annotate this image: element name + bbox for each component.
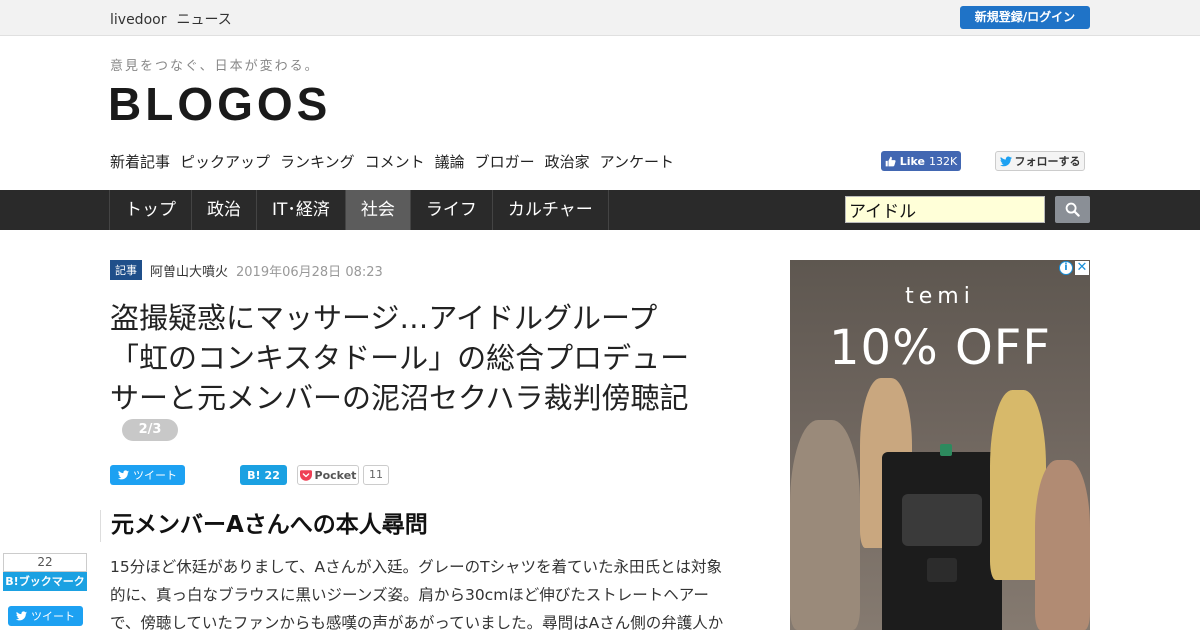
body-line: 的に、真っ白なブラウスに黒いジーンズ姿。肩から30cmほど伸びたストレートヘアー — [110, 586, 709, 604]
ad-green-light — [940, 444, 952, 456]
tweet-label: ツイート — [133, 469, 177, 482]
tweet-button[interactable]: ツイート — [110, 465, 185, 485]
fb-like-label: Like — [899, 154, 926, 168]
twitter-follow-button[interactable]: フォローする — [995, 151, 1085, 171]
tab-life[interactable]: ライフ — [409, 190, 493, 230]
subnav-item-ranking[interactable]: ランキング — [280, 151, 355, 172]
subnav-item-comment[interactable]: コメント — [365, 151, 425, 172]
side-hatena-bookmark-button[interactable]: B!ブックマーク — [3, 572, 87, 591]
ad-offer: 10% OFF — [829, 320, 1051, 376]
livedoor-brand[interactable]: livedoor ニュース — [110, 9, 242, 29]
tab-politics[interactable]: 政治 — [191, 190, 257, 230]
ad-brand: temi — [905, 284, 975, 309]
search-button[interactable] — [1055, 196, 1090, 223]
article-date: 2019年06月28日 08:23 — [236, 264, 383, 280]
ad-info-icon[interactable]: i — [1059, 261, 1073, 275]
hatena-b-icon: B! — [247, 468, 261, 482]
advertisement[interactable]: temi 10% OFF i ✕ — [790, 260, 1090, 630]
sub-navigation: 新着記事 ピックアップ ランキング コメント 議論 ブロガー 政治家 アンケート — [110, 151, 674, 172]
ad-close-icon[interactable]: ✕ — [1075, 261, 1089, 275]
article-author[interactable]: 阿曽山大噴火 — [150, 261, 228, 280]
hatena-bookmark-button[interactable]: B! 22 — [240, 465, 287, 485]
body-line: で、傍聴していたファンからも感嘆の声があがっていました。尋問はAさん側の弁護人か — [110, 614, 724, 632]
title-line: サーと元メンバーの泥沼セクハラ裁判傍聴記 — [110, 381, 689, 415]
tab-culture[interactable]: カルチャー — [491, 190, 609, 230]
side-hatena-count: 22 — [3, 553, 87, 572]
twitter-bird-icon — [999, 156, 1012, 166]
tab-top[interactable]: トップ — [109, 190, 192, 230]
top-bar: livedoor ニュース 新規登録/ログイン — [0, 0, 1200, 36]
pocket-count: 11 — [363, 465, 389, 485]
login-button[interactable]: 新規登録/ログイン — [960, 6, 1090, 29]
robot-neck — [927, 558, 957, 582]
subnav-item-survey[interactable]: アンケート — [600, 151, 674, 172]
subnav-item-pickup[interactable]: ピックアップ — [180, 151, 270, 172]
site-tagline: 意見をつなぐ、日本が変わる。 — [110, 59, 320, 74]
fb-like-count: 132K — [929, 154, 958, 168]
tab-it-economy[interactable]: IT･経済 — [256, 190, 346, 230]
search-icon — [1065, 202, 1080, 217]
subnav-item-debate[interactable]: 議論 — [435, 151, 465, 172]
body-line: 15分ほど休廷がありまして、Aさんが入廷。グレーのTシャツを着ていた永田氏とは対… — [110, 558, 723, 576]
pocket-button[interactable]: Pocket — [297, 465, 359, 485]
article-type-badge: 記事 — [110, 260, 142, 280]
page-indicator: 2/3 — [122, 419, 178, 441]
title-line: 盗撮疑惑にマッサージ…アイドルグループ — [110, 301, 658, 335]
article-title: 盗撮疑惑にマッサージ…アイドルグループ 「虹のコンキスタドール」の総合プロデュー… — [110, 298, 750, 418]
section-heading: 元メンバーAさんへの本人尋問 — [100, 510, 428, 542]
ad-person — [1035, 460, 1090, 630]
article-meta: 記事 阿曽山大噴火 2019年06月28日 08:23 — [110, 260, 383, 280]
twitter-follow-label: フォローする — [1014, 155, 1081, 168]
facebook-like-button[interactable]: Like 132K — [881, 151, 961, 171]
ad-person — [790, 420, 860, 630]
twitter-bird-icon — [118, 470, 129, 480]
subnav-item-politician[interactable]: 政治家 — [545, 151, 590, 172]
title-line: 「虹のコンキスタドール」の総合プロデュー — [110, 341, 690, 375]
side-tweet-label: ツイート — [31, 610, 75, 623]
thumbs-up-icon — [885, 156, 896, 166]
brand-sub[interactable]: ニュース — [176, 12, 231, 28]
subnav-item-blogger[interactable]: ブロガー — [475, 151, 535, 172]
search-input[interactable] — [845, 196, 1045, 223]
robot-screen — [902, 494, 982, 546]
pocket-label: Pocket — [314, 468, 357, 482]
side-tweet-button[interactable]: ツイート — [8, 606, 83, 626]
brand-main[interactable]: livedoor — [110, 12, 166, 28]
tab-society[interactable]: 社会 — [344, 190, 411, 230]
subnav-item-new[interactable]: 新着記事 — [110, 151, 170, 172]
hatena-count: 22 — [264, 468, 280, 482]
twitter-bird-icon — [16, 611, 27, 621]
site-logo[interactable]: BLOGOS — [108, 77, 331, 131]
ad-robot-image — [882, 452, 1002, 630]
article-body: 15分ほど休廷がありまして、Aさんが入廷。グレーのTシャツを着ていた永田氏とは対… — [110, 553, 750, 637]
pocket-icon — [299, 469, 312, 481]
